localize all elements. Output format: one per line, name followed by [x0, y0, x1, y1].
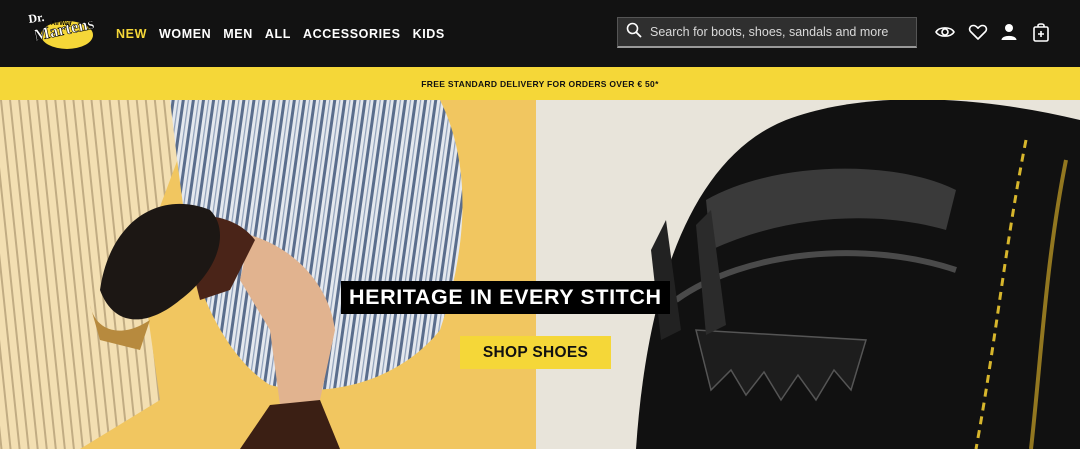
heart-icon[interactable]: [967, 21, 989, 43]
hero-banner[interactable]: HERITAGE IN EVERY STITCH SHOP SHOES: [0, 100, 1080, 449]
search-input[interactable]: [650, 25, 910, 39]
search-bar[interactable]: [617, 17, 917, 48]
site-header: Dr. Martens AirWair NEW WOMEN MEN ALL AC…: [0, 0, 1080, 67]
nav-item-accessories[interactable]: ACCESSORIES: [303, 27, 401, 41]
nav-item-all[interactable]: ALL: [265, 27, 291, 41]
promo-text: FREE STANDARD DELIVERY FOR ORDERS OVER €…: [421, 78, 659, 89]
brand-logo[interactable]: Dr. Martens AirWair: [27, 10, 99, 53]
svg-text:AirWair: AirWair: [51, 21, 73, 27]
bag-icon[interactable]: [1030, 21, 1052, 43]
shop-shoes-button[interactable]: SHOP SHOES: [460, 336, 611, 369]
hero-image-right[interactable]: [536, 100, 1080, 449]
nav-item-new[interactable]: NEW: [116, 27, 147, 41]
nav-item-women[interactable]: WOMEN: [159, 27, 211, 41]
hero-image-left[interactable]: [0, 100, 536, 449]
nav-item-men[interactable]: MEN: [223, 27, 253, 41]
promo-banner[interactable]: FREE STANDARD DELIVERY FOR ORDERS OVER €…: [0, 67, 1080, 100]
hero-title: HERITAGE IN EVERY STITCH: [341, 281, 670, 314]
nav-item-kids[interactable]: KIDS: [413, 27, 445, 41]
search-icon[interactable]: [626, 22, 642, 43]
main-nav: NEW WOMEN MEN ALL ACCESSORIES KIDS: [116, 0, 457, 67]
eye-icon[interactable]: [934, 21, 956, 43]
user-icon[interactable]: [998, 21, 1020, 43]
